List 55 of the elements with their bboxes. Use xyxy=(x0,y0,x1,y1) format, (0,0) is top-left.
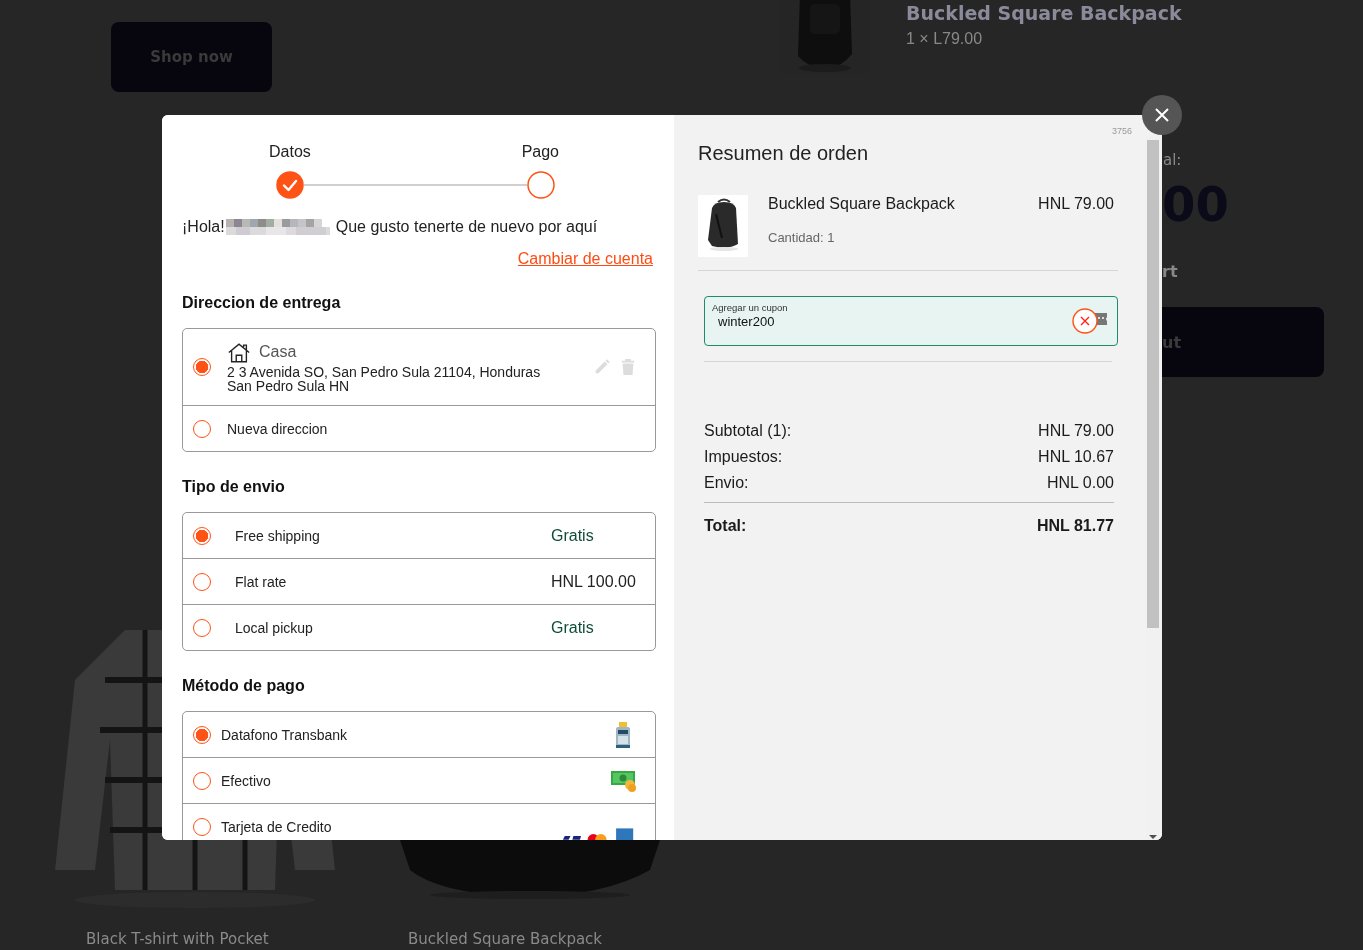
switch-account-link[interactable]: Cambiar de cuenta xyxy=(517,250,653,268)
radio-button[interactable] xyxy=(193,725,211,744)
greeting-text: ¡Hola! xyxy=(182,218,225,236)
total-value: HNL 79.00 xyxy=(1038,422,1114,440)
radio-button[interactable] xyxy=(193,526,211,545)
product-title: Buckled Square Backpack xyxy=(906,2,1182,24)
greeting-message: Que gusto tenerte de nuevo por aquí xyxy=(335,218,598,236)
option-label: Nueva direccion xyxy=(227,420,328,437)
shipping-option: Local pickup xyxy=(235,619,551,636)
close-icon xyxy=(1154,107,1170,123)
total-value: HNL 0.00 xyxy=(1047,474,1114,492)
total-label: Subtotal (1): xyxy=(704,422,792,440)
address-label: Casa xyxy=(259,343,297,361)
coupon-input[interactable]: winter200 xyxy=(718,314,1018,329)
grand-total-label: Total: xyxy=(704,517,747,535)
total-label: Impuestos: xyxy=(704,448,783,466)
close-button[interactable] xyxy=(1142,95,1182,135)
product-price: 1 × L79.00 xyxy=(906,30,984,48)
scrollbar[interactable] xyxy=(1146,137,1160,840)
card-terminal-icon xyxy=(615,721,631,748)
section-title: Método de pago xyxy=(182,677,306,695)
section-title: Direccion de entrega xyxy=(182,294,342,312)
address-text: 2 3 Avenida SO, San Pedro Sula 21104, Honduras San Pedro Sula HN xyxy=(227,364,542,393)
total-value: HNL 10.67 xyxy=(1038,448,1114,466)
payment-option: Tarjeta de Credito xyxy=(221,818,561,835)
product-name: Buckled Square Backpack xyxy=(408,930,603,948)
coupon-field[interactable]: Agregar un cupon winter200 xyxy=(704,296,1118,346)
radio-button[interactable] xyxy=(193,419,211,438)
radio-button[interactable] xyxy=(193,358,211,376)
summary-title: Resumen de orden xyxy=(698,142,870,165)
clear-icon[interactable] xyxy=(1072,308,1098,334)
item-quantity: Cantidad: 1 xyxy=(768,230,836,245)
product-name: Black T-shirt with Pocket xyxy=(86,930,269,948)
total-label: Envio: xyxy=(704,474,749,492)
radio-button[interactable] xyxy=(193,771,211,790)
radio-button[interactable] xyxy=(193,572,211,591)
order-code: 3756 xyxy=(1111,126,1132,136)
item-price: HNL 79.00 xyxy=(1038,195,1114,214)
step-label: Pago xyxy=(521,143,559,161)
shipping-option: Flat rate xyxy=(235,573,551,590)
section-title: Tipo de envio xyxy=(182,478,286,496)
shipping-price: Gratis xyxy=(551,618,595,637)
payment-option: Datafono Transbank xyxy=(221,726,615,743)
cash-icon xyxy=(611,769,637,792)
house-icon xyxy=(227,341,251,363)
payment-option: Efectivo xyxy=(221,772,611,789)
radio-button[interactable] xyxy=(193,618,211,637)
shipping-price: HNL 100.00 xyxy=(551,572,637,591)
grand-total-value: HNL 81.77 xyxy=(1036,517,1114,535)
item-name: Buckled Square Backpack xyxy=(768,195,956,213)
shipping-price: Gratis xyxy=(551,526,595,545)
total-label: al: xyxy=(1163,151,1182,169)
shipping-option: Free shipping xyxy=(235,527,551,544)
step-label: Datos xyxy=(269,143,311,161)
radio-button[interactable] xyxy=(193,817,211,836)
